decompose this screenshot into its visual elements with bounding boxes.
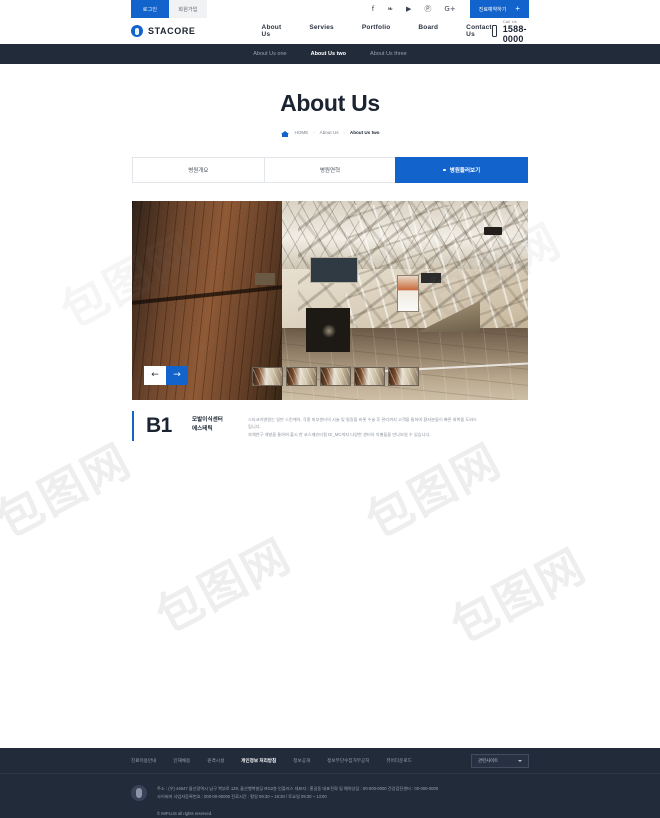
thumbnail-item[interactable] [320, 367, 351, 386]
nav-item-portfolio[interactable]: Portfolio [362, 24, 391, 38]
pinterest-icon[interactable]: Ⓟ [424, 5, 431, 13]
plus-icon: + [515, 4, 520, 13]
breadcrumb: HOME › About Us › About Us two [0, 128, 660, 138]
tab-label: 병원개요 [188, 168, 209, 174]
thumbnail-item[interactable] [388, 367, 419, 386]
logo-text: STACORE [148, 26, 196, 36]
subnav-item-about-us-three[interactable]: About Us three [370, 51, 407, 57]
footer-emblem-icon [131, 785, 147, 802]
footer-info: 주소 : (우) 44647 울산광역시 남구 북부로 129, 울산행복빌딩 … [0, 774, 660, 818]
related-sites-select[interactable]: 관련사이트 [471, 753, 529, 768]
watermark: 包图网 [147, 528, 300, 644]
site-footer: 진료이용안내 인재채용 원격시설 개인정보 처리방침 정보공개 정보무단수집거부… [0, 748, 660, 818]
nav-item-servies[interactable]: Servies [309, 24, 334, 38]
breadcrumb-current: About Us two [349, 130, 380, 135]
breadcrumb-about-us[interactable]: About Us [320, 130, 339, 135]
chevron-down-icon [518, 759, 522, 762]
logo-mark-icon [131, 25, 143, 37]
slider-thumbnails [252, 367, 419, 386]
page-head: About Us HOME › About Us › About Us two [0, 64, 660, 138]
thumbnail-item[interactable] [252, 367, 283, 386]
content-tabs: 병원개요 병원연혁 병원둘러보기 [132, 157, 529, 183]
nav-item-about-us[interactable]: About Us [262, 24, 282, 38]
hero-image: ← → [132, 201, 528, 400]
footer-address-line1: 주소 : (우) 44647 울산광역시 남구 북부로 129, 울산행복빌딩 … [157, 786, 439, 792]
related-sites-label: 관련사이트 [478, 757, 499, 763]
site-header: STACORE About Us Servies Portfolio Board… [0, 18, 660, 44]
footer-link-viewer-download[interactable]: 뷰어다운로드 [386, 758, 411, 764]
tab-hospital-history[interactable]: 병원연혁 [263, 157, 397, 183]
slider-prev-button[interactable]: ← [144, 366, 166, 385]
footer-link-no-email-collect[interactable]: 정보무단수집거부공지 [327, 758, 369, 764]
watermark: 包图网 [0, 433, 140, 549]
slider-next-button[interactable]: → [166, 366, 188, 385]
main-navigation: About Us Servies Portfolio Board Contact… [262, 24, 492, 38]
logo[interactable]: STACORE [131, 25, 196, 37]
page-title: About Us [280, 90, 380, 116]
floor-description: 스타코어병원는 일반 스킨케어, 각종 피부센터의 시술 및 필링을 비롯 수술… [248, 416, 480, 438]
floor-description-line1: 스타코어병원는 일반 스킨케어, 각종 피부센터의 시술 및 필링을 비롯 수술… [248, 417, 477, 430]
accent-bar [132, 411, 134, 441]
signup-button[interactable]: 회원가입 [169, 0, 207, 18]
tab-label: 병원둘러보기 [449, 168, 481, 174]
google-plus-icon[interactable]: G+ [444, 5, 455, 13]
subnav-item-about-us-two[interactable]: About Us two [311, 51, 346, 57]
tab-hospital-overview[interactable]: 병원개요 [132, 157, 265, 183]
sub-navigation: About Us one About Us two About Us three [0, 44, 660, 64]
footer-address-line2: 사이버머 사업자등록번호 : 000-00-00000 진료시간 : 평일 09… [157, 794, 327, 800]
tab-hospital-tour[interactable]: 병원둘러보기 [395, 157, 529, 183]
footer-link-facility[interactable]: 원격시설 [207, 758, 224, 764]
floor-name: 모발이식센터 에스테틱 [192, 416, 248, 433]
breadcrumb-separator: › [313, 130, 315, 135]
floor-code: B1 [146, 414, 172, 437]
footer-copyright: © IMPLUS all rights reserved. [157, 811, 213, 817]
top-utility-bar: 로그인 회원가입 f ❧ ▶ Ⓟ G+ 진료예약하기 + [0, 0, 660, 18]
footer-link-disclosure[interactable]: 정보공개 [293, 758, 310, 764]
floor-name-line2: 에스테틱 [192, 425, 213, 432]
call-us-number: 1588-0000 [502, 23, 527, 44]
footer-links: 진료이용안내 인재채용 원격시설 개인정보 처리방침 정보공개 정보무단수집거부… [0, 748, 660, 775]
nav-item-board[interactable]: Board [418, 24, 438, 38]
thumbnail-item[interactable] [286, 367, 317, 386]
facebook-icon[interactable]: f [372, 5, 374, 13]
youtube-icon[interactable]: ▶ [406, 5, 411, 13]
footer-link-recruit[interactable]: 인재채용 [173, 758, 190, 764]
breadcrumb-separator: › [343, 130, 345, 135]
floor-caption: B1 모발이식센터 에스테틱 스타코어병원는 일반 스킨케어, 각종 피부센터의… [132, 411, 528, 441]
tab-label: 병원연혁 [319, 168, 341, 174]
floor-name-line1: 모발이식센터 [192, 417, 223, 423]
top-right-group: f ❧ ▶ Ⓟ G+ 진료예약하기 + [372, 0, 529, 18]
slider-navigation: ← → [144, 366, 188, 385]
social-links: f ❧ ▶ Ⓟ G+ [372, 5, 456, 13]
watermark: 包图网 [442, 538, 595, 654]
login-button[interactable]: 로그인 [131, 0, 169, 18]
thumbnail-item[interactable] [354, 367, 385, 386]
footer-link-guide[interactable]: 진료이용안내 [131, 758, 156, 764]
nav-item-contact-us[interactable]: Contact Us [466, 24, 492, 38]
appointment-button[interactable]: 진료예약하기 + [469, 0, 529, 18]
mobile-phone-icon [491, 25, 497, 37]
appointment-button-label: 진료예약하기 [478, 6, 507, 13]
floor-description-line2: 자체연구 개발을 통하여 출시 한 코스메슈티컬 Dr_MC까지 다양한 센터의… [248, 431, 431, 437]
active-dot-icon [443, 168, 446, 172]
watermark: 包图网 [357, 433, 510, 549]
twitter-icon[interactable]: ❧ [387, 5, 393, 13]
top-auth-buttons: 로그인 회원가입 [131, 0, 207, 18]
footer-link-privacy-policy[interactable]: 개인정보 처리방침 [241, 758, 276, 764]
subnav-item-about-us-one[interactable]: About Us one [253, 51, 286, 57]
home-icon[interactable] [280, 128, 290, 138]
hero-slider: ← → [132, 201, 528, 400]
breadcrumb-home[interactable]: HOME [295, 130, 309, 135]
call-us-block: Call Us 1588-0000 [491, 19, 529, 44]
